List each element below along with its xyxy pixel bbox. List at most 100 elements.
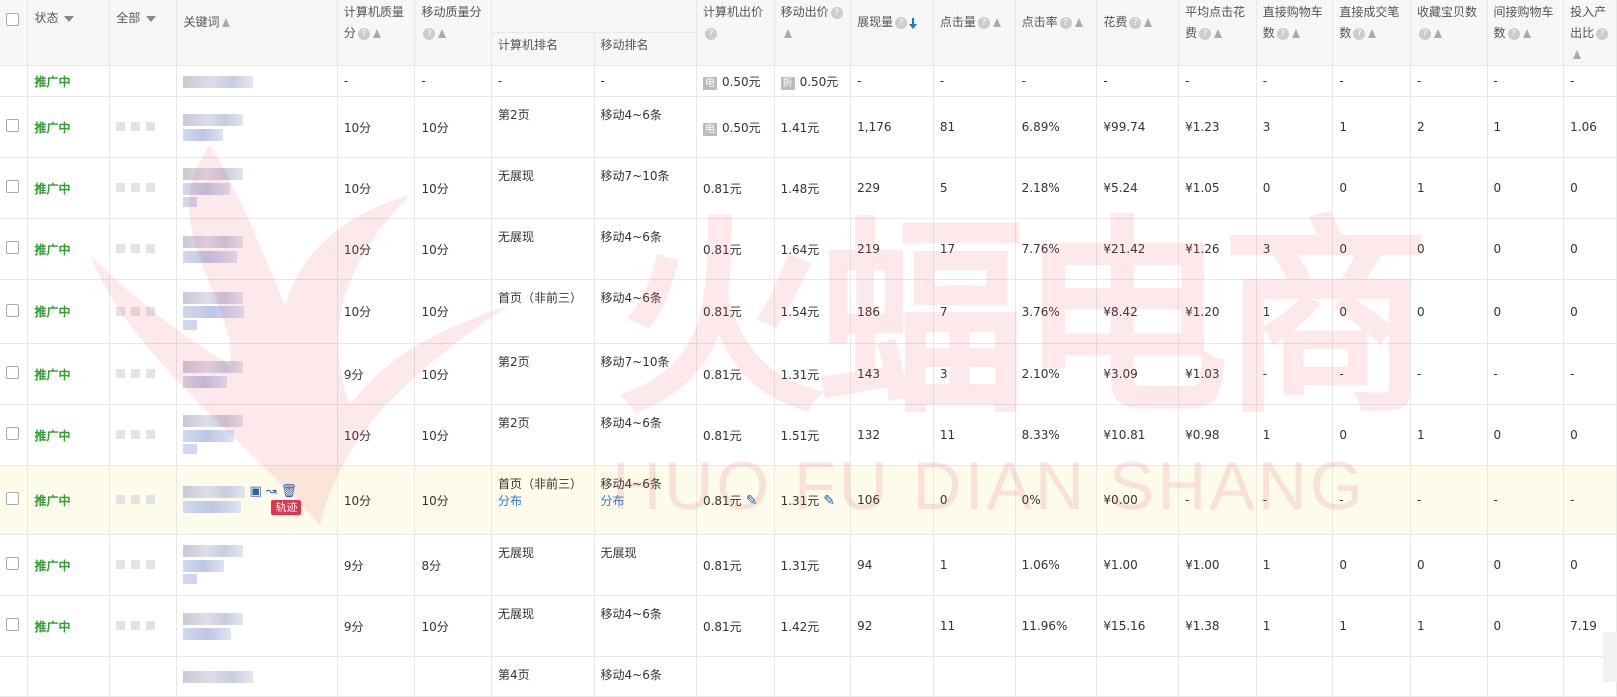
keyword-cell[interactable] (176, 157, 338, 219)
mobile-bid-cell[interactable]: 1.41元 (774, 96, 852, 158)
keyword-cell[interactable] (176, 534, 338, 596)
pc-bid-cell[interactable]: 0.81元 (696, 218, 775, 280)
sort-up-icon[interactable] (438, 29, 447, 38)
help-icon[interactable]: ? (1199, 27, 1212, 40)
keyword-cell[interactable] (176, 404, 338, 466)
table-row[interactable]: 推广中 10分 10分 第2页 移动4~6条 0.81元 1.51元 132 11 8.33% ¥1… (0, 404, 1617, 466)
row-checkbox[interactable] (6, 119, 19, 132)
table-row[interactable]: 推广中 10分 10分 首页（非前三） 移动4~6条 0.81元 1.54元 186 7 3.76… (0, 279, 1617, 344)
sort-up-icon[interactable] (783, 29, 792, 38)
sort-up-icon[interactable] (222, 18, 231, 27)
header-direct-cart[interactable]: 直接购物车数? (1256, 0, 1334, 66)
help-icon[interactable]: ? (1418, 27, 1431, 40)
sort-up-icon[interactable] (1573, 50, 1582, 59)
select-all-checkbox[interactable] (6, 13, 19, 26)
help-icon[interactable]: ? (1059, 16, 1072, 29)
mobile-bid-cell[interactable]: 1.54元 (774, 279, 852, 344)
mobile-bid-cell[interactable]: 1.64元 (774, 218, 852, 280)
track-button[interactable]: 轨迹 (271, 499, 302, 515)
keyword-cell[interactable]: ▣ ↝ 🗑 轨迹 (176, 465, 338, 535)
pc-rank-distribution-link[interactable]: 分布 (498, 493, 587, 510)
sort-up-icon[interactable] (1074, 18, 1083, 27)
row-checkbox[interactable] (6, 618, 19, 631)
horizontal-scrollbar[interactable] (1603, 632, 1617, 682)
sort-down-icon[interactable] (909, 18, 918, 29)
table-row[interactable]: 推广中 10分 10分 无展现 移动4~6条 0.81元 1.64元 219 17 7.76% ¥2… (0, 218, 1617, 280)
table-row[interactable]: 推广中 ▣ ↝ 🗑 轨迹 10分 10分 首页（非前三） 分布 移动4~6条 分布 0.81元 ✎ 1.3… (0, 465, 1617, 535)
help-icon[interactable]: ? (423, 27, 436, 40)
pc-bid-cell[interactable]: 0.81元 (696, 534, 775, 596)
table-row[interactable]: 推广中 9分 10分 无展现 移动4~6条 0.81元 1.42元 92 11 11.96% ¥15… (0, 595, 1617, 657)
pc-bid-cell[interactable]: 电 0.50元 (696, 65, 775, 97)
help-icon[interactable]: ? (830, 6, 843, 19)
help-icon[interactable]: ? (1129, 16, 1142, 29)
table-row[interactable]: 推广中 10分 10分 第2页 移动4~6条电 0.50元 1.41元 1,176 81 6.89… (0, 96, 1617, 158)
header-scope[interactable]: 全部 (109, 0, 178, 66)
keyword-cell[interactable] (176, 218, 338, 280)
mobile-bid-cell[interactable]: 1.31元 (774, 534, 852, 596)
header-ctr[interactable]: 点击率? (1015, 0, 1098, 66)
header-clicks[interactable]: 点击量? (933, 0, 1016, 66)
help-icon[interactable]: ? (1353, 27, 1366, 40)
help-icon[interactable]: ? (357, 27, 370, 40)
delete-icon[interactable]: 🗑 (281, 485, 298, 498)
header-pc-quality[interactable]: 计算机质量分? (337, 0, 416, 66)
mobile-bid-cell[interactable]: 1.48元 (774, 157, 852, 219)
sort-up-icon[interactable] (1144, 18, 1153, 27)
header-cost[interactable]: 花费? (1096, 0, 1180, 66)
keyword-cell[interactable] (176, 279, 338, 344)
help-icon[interactable]: ? (895, 16, 908, 29)
pc-bid-cell[interactable]: 0.81元 (696, 157, 775, 219)
help-icon[interactable]: ? (1276, 27, 1289, 40)
sort-up-icon[interactable] (372, 29, 381, 38)
help-icon[interactable]: ? (704, 27, 717, 40)
row-checkbox[interactable] (6, 366, 19, 379)
header-impressions[interactable]: 展现量? (850, 0, 934, 66)
pc-bid-cell[interactable]: 0.81元 (696, 279, 775, 344)
header-keyword[interactable]: 关键词 (176, 0, 338, 66)
header-pc-bid[interactable]: 计算机出价? (696, 0, 775, 66)
row-checkbox[interactable] (6, 303, 19, 317)
header-status[interactable]: 状态 (27, 0, 111, 66)
mobile-bid-cell[interactable]: 1.42元 (774, 595, 852, 657)
header-mobile-bid[interactable]: 移动出价? (774, 0, 852, 66)
mobile-rank-distribution-link[interactable]: 分布 (601, 493, 690, 510)
help-icon[interactable]: ? (1596, 27, 1609, 40)
pc-bid-cell[interactable]: 电 0.50元 (696, 96, 775, 158)
keyword-cell[interactable] (176, 343, 338, 405)
header-direct-deals[interactable]: 直接成交笔数? (1332, 0, 1411, 66)
pc-bid-cell[interactable]: 0.81元 (696, 343, 775, 405)
row-checkbox[interactable] (6, 180, 19, 193)
sort-up-icon[interactable] (1522, 29, 1531, 38)
keyword-cell[interactable] (176, 656, 338, 697)
mobile-bid-cell[interactable]: 1.31元 ✎ (774, 465, 852, 535)
mobile-bid-cell[interactable]: 1.31元 (774, 343, 852, 405)
keyword-cell[interactable] (176, 595, 338, 657)
header-indirect-cart[interactable]: 间接购物车数? (1487, 0, 1565, 66)
table-row[interactable]: 第4页 移动4~6条 (0, 656, 1617, 697)
row-checkbox[interactable] (6, 427, 19, 440)
mobile-bid-cell[interactable]: 折 0.50元 (774, 65, 852, 97)
help-icon[interactable]: ? (977, 16, 990, 29)
pc-bid-cell[interactable]: 0.81元 ✎ (696, 465, 775, 535)
header-fav-items[interactable]: 收藏宝贝数? (1410, 0, 1488, 66)
edit-pencil-icon[interactable]: ✎ (823, 493, 835, 509)
pc-bid-cell[interactable]: 0.81元 (696, 595, 775, 657)
table-row[interactable]: 推广中 9分 8分 无展现 无展现 0.81元 1.31元 94 1 1.06% ¥1.00 ¥1.0… (0, 534, 1617, 596)
chevron-down-icon[interactable] (146, 15, 157, 22)
sort-up-icon[interactable] (1291, 29, 1300, 38)
pc-bid-cell[interactable]: 0.81元 (696, 404, 775, 466)
edit-pencil-icon[interactable]: ✎ (746, 493, 758, 509)
chevron-down-icon[interactable] (64, 15, 75, 22)
keyword-cell[interactable] (176, 96, 338, 158)
trend-chart-icon[interactable]: ↝ (266, 485, 277, 498)
help-icon[interactable]: ? (1507, 27, 1520, 40)
sort-up-icon[interactable] (992, 18, 1001, 27)
table-row[interactable]: 推广中 9分 10分 第2页 移动7~10条 0.81元 1.31元 143 3 2.10% ¥3.… (0, 343, 1617, 405)
sort-up-icon[interactable] (1214, 29, 1223, 38)
row-checkbox[interactable] (6, 557, 19, 570)
row-checkbox[interactable] (6, 492, 19, 505)
sort-up-icon[interactable] (1433, 29, 1442, 38)
row-checkbox[interactable] (6, 241, 19, 254)
sort-up-icon[interactable] (1368, 29, 1377, 38)
